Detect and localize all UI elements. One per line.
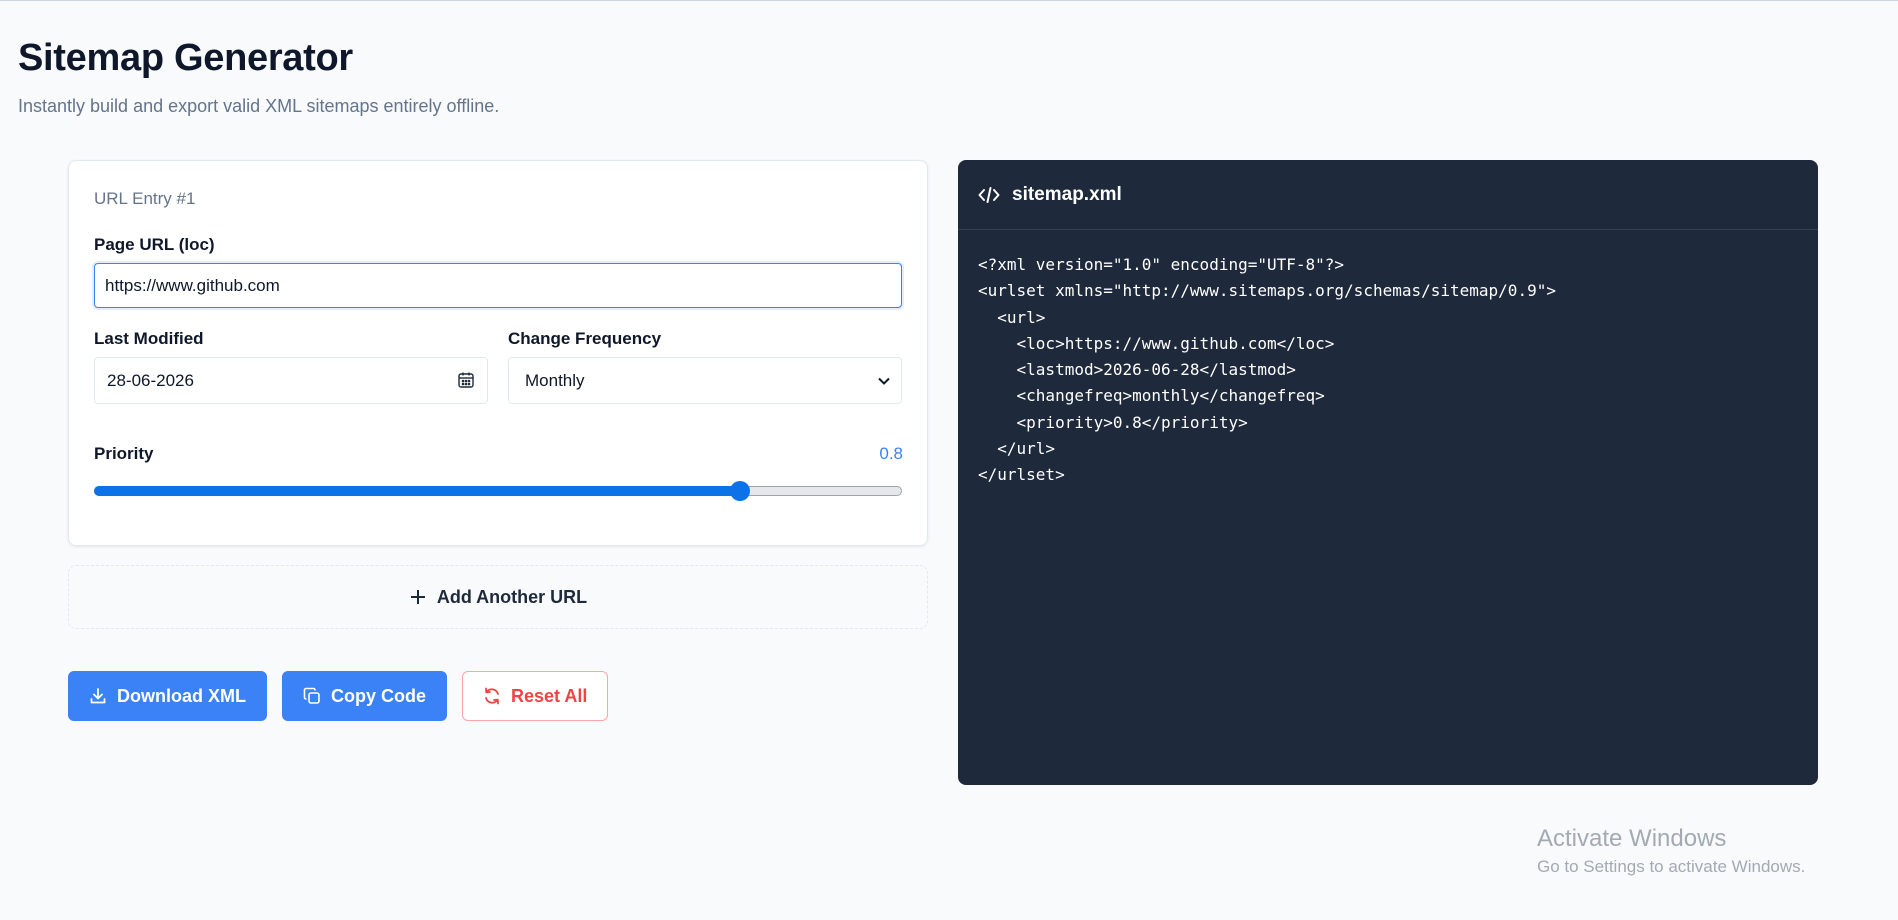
url-entry-label: URL Entry #1: [94, 189, 196, 208]
copy-icon: [303, 687, 320, 704]
change-frequency-value: Monthly: [525, 370, 585, 390]
priority-slider[interactable]: [94, 479, 902, 503]
chevron-down-icon: [878, 377, 890, 385]
editor-column: URL Entry #1 Page URL (loc) Last Modifie…: [68, 160, 928, 721]
plus-icon: [410, 590, 425, 604]
download-xml-button[interactable]: Download XML: [68, 671, 267, 721]
last-modified-label: Last Modified: [94, 329, 204, 348]
download-xml-label: Download XML: [117, 685, 246, 706]
page-title: Sitemap Generator: [18, 37, 353, 79]
last-modified-value: 28-06-2026: [107, 370, 194, 390]
download-icon: [90, 688, 106, 704]
reset-all-button[interactable]: Reset All: [462, 671, 609, 721]
priority-slider-thumb[interactable]: [730, 481, 751, 501]
code-icon: [978, 186, 1000, 203]
priority-label: Priority: [94, 444, 154, 463]
page-subtitle: Instantly build and export valid XML sit…: [18, 96, 500, 116]
watermark-subtitle: Go to Settings to activate Windows.: [1537, 857, 1806, 876]
priority-slider-fill: [94, 486, 741, 496]
xml-preview-header: sitemap.xml: [958, 160, 1818, 230]
reset-all-label: Reset All: [511, 685, 588, 706]
calendar-icon[interactable]: [457, 371, 475, 389]
xml-code-block[interactable]: <?xml version="1.0" encoding="UTF-8"?> <…: [958, 230, 1818, 511]
page-header: Sitemap Generator Instantly build and ex…: [18, 37, 499, 117]
add-url-label: Add Another URL: [436, 586, 588, 607]
change-frequency-label: Change Frequency: [508, 329, 662, 348]
page-url-label: Page URL (loc): [94, 235, 215, 254]
page-url-input[interactable]: [94, 263, 902, 308]
action-bar: Download XML Copy Code Reset All: [68, 671, 609, 721]
windows-activation-watermark: Activate Windows Go to Settings to activ…: [1537, 825, 1805, 877]
copy-code-button[interactable]: Copy Code: [282, 671, 448, 721]
url-entry-card: URL Entry #1 Page URL (loc) Last Modifie…: [68, 160, 928, 546]
watermark-title: Activate Windows: [1537, 825, 1727, 852]
copy-code-label: Copy Code: [331, 685, 427, 706]
refresh-icon: [485, 687, 499, 705]
xml-preview-panel: sitemap.xml <?xml version="1.0" encoding…: [958, 160, 1818, 785]
change-frequency-select[interactable]: Monthly: [508, 357, 902, 404]
xml-filename: sitemap.xml: [1012, 183, 1122, 205]
last-modified-date-input[interactable]: 28-06-2026: [94, 357, 488, 404]
add-url-button[interactable]: Add Another URL: [68, 565, 928, 629]
priority-value: 0.8: [879, 444, 903, 463]
